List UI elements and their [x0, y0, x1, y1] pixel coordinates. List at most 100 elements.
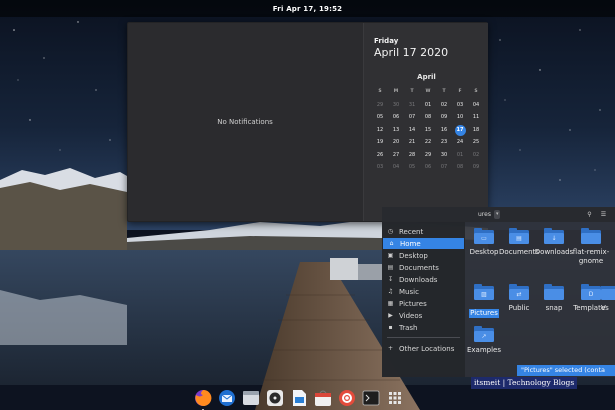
calendar-day-number: 17: [454, 124, 466, 136]
calendar-day[interactable]: 09: [468, 161, 484, 174]
plus-icon: +: [387, 345, 394, 352]
calendar-day[interactable]: 12: [372, 124, 388, 137]
calendar-day[interactable]: 10: [452, 111, 468, 124]
calendar-day-number: 01: [424, 101, 432, 108]
calendar-day[interactable]: 01: [452, 149, 468, 162]
video-icon: ▶: [388, 312, 393, 319]
sidebar-item-home[interactable]: ⌂ Home: [383, 238, 464, 249]
calendar-day-number: 30: [440, 151, 448, 158]
calendar-day[interactable]: 04: [468, 99, 484, 112]
calendar-day[interactable]: 13: [388, 124, 404, 137]
calendar-day[interactable]: 25: [468, 136, 484, 149]
dock-app-grid-button[interactable]: [386, 389, 404, 407]
file-manager-window: ures ▾ ⚲ ☰ ◷ Recent ⌂ Home ▣ Desktop ▤ D…: [382, 207, 615, 377]
folder-item-downloads[interactable]: ↓ Downloads: [534, 228, 574, 257]
calendar-day[interactable]: 11: [468, 111, 484, 124]
calendar-day[interactable]: 06: [388, 111, 404, 124]
dock-app-libreoffice-writer[interactable]: [290, 389, 308, 407]
folder-item-public[interactable]: ⇄ Public: [499, 284, 539, 313]
calendar-day[interactable]: 07: [404, 111, 420, 124]
calendar-day[interactable]: 30: [436, 149, 452, 162]
sidebar-item-trash[interactable]: ▪ Trash: [382, 322, 465, 333]
sidebar-item-documents[interactable]: ▤ Documents: [382, 262, 465, 273]
sidebar-item-pictures[interactable]: ▦ Pictures: [382, 298, 465, 309]
calendar-day[interactable]: 16: [436, 124, 452, 137]
sidebar-item-label: Videos: [399, 311, 423, 320]
sidebar-item-downloads[interactable]: ↧ Downloads: [382, 274, 465, 285]
calendar-day[interactable]: 19: [372, 136, 388, 149]
calendar-day[interactable]: 05: [372, 111, 388, 124]
calendar-day[interactable]: 30: [388, 99, 404, 112]
calendar-day[interactable]: 08: [452, 161, 468, 174]
folder-item-examples[interactable]: ↗ Examples: [464, 326, 504, 355]
calendar-day[interactable]: 26: [372, 149, 388, 162]
sidebar-item-music[interactable]: ♫ Music: [382, 286, 465, 297]
calendar-day[interactable]: 03: [452, 99, 468, 112]
calendar-day[interactable]: 06: [420, 161, 436, 174]
calendar-day[interactable]: 04: [388, 161, 404, 174]
chevron-down-icon[interactable]: ▾: [493, 210, 501, 219]
top-bar: Fri Apr 17, 19:52: [0, 0, 615, 17]
calendar-day[interactable]: 27: [388, 149, 404, 162]
sidebar-item-label: Desktop: [399, 251, 428, 260]
calendar-day[interactable]: 31: [404, 99, 420, 112]
sidebar-item-desktop[interactable]: ▣ Desktop: [382, 250, 465, 261]
day-header: F: [458, 89, 462, 94]
folder-item-desktop[interactable]: ▭ Desktop: [464, 228, 504, 257]
calendar-day[interactable]: 14: [404, 124, 420, 137]
calendar-day[interactable]: 02: [436, 99, 452, 112]
folder-item-videos[interactable]: V: [601, 286, 615, 313]
calendar-day[interactable]: 09: [436, 111, 452, 124]
folder-item-documents[interactable]: ▤ Documents: [499, 228, 539, 257]
calendar-day-today[interactable]: 17: [452, 124, 468, 137]
files-icon: [243, 390, 259, 405]
watermark-label: itsmeit | Technology Blogs: [471, 377, 578, 389]
terminal-icon: [362, 390, 380, 405]
sidebar-item-label: Documents: [399, 263, 439, 272]
folder-item-snap[interactable]: snap: [534, 284, 574, 313]
clock-button[interactable]: Fri Apr 17, 19:52: [273, 5, 342, 13]
sidebar-item-recent[interactable]: ◷ Recent: [382, 226, 465, 237]
home-icon: ⌂: [389, 240, 394, 247]
calendar-day[interactable]: 29: [420, 149, 436, 162]
software-icon: [315, 390, 331, 406]
sidebar-item-other-locations[interactable]: + Other Locations: [382, 343, 465, 354]
calendar-day[interactable]: 05: [404, 161, 420, 174]
today-weekday[interactable]: Friday: [374, 37, 398, 45]
search-icon[interactable]: ⚲: [586, 211, 593, 218]
calendar-day[interactable]: 22: [420, 136, 436, 149]
calendar-day[interactable]: 28: [404, 149, 420, 162]
calendar-day[interactable]: 24: [452, 136, 468, 149]
calendar-day[interactable]: 23: [436, 136, 452, 149]
calendar-day[interactable]: 15: [420, 124, 436, 137]
folder-item-flat-remix-gnome[interactable]: flat-remix-gnome: [571, 228, 611, 265]
calendar-day[interactable]: 08: [420, 111, 436, 124]
calendar-day-number: 06: [392, 114, 400, 120]
calendar-day[interactable]: 18: [468, 124, 484, 137]
calendar-day-number: 09: [472, 164, 480, 170]
dock-app-rhythmbox[interactable]: [266, 389, 284, 407]
dock-app-help[interactable]: [338, 389, 356, 407]
dock-app-files[interactable]: [242, 389, 260, 407]
folder-item-pictures[interactable]: ▨ Pictures: [464, 284, 504, 319]
dock-app-terminal[interactable]: [362, 389, 380, 407]
calendar-day[interactable]: 01: [420, 99, 436, 112]
help-icon: [339, 389, 355, 406]
calendar-day[interactable]: 03: [372, 161, 388, 174]
calendar-day[interactable]: 02: [468, 149, 484, 162]
path-segment[interactable]: ures: [478, 210, 491, 219]
notification-list: No Notifications: [128, 23, 362, 221]
sidebar-item-videos[interactable]: ▶ Videos: [382, 310, 465, 321]
dock-app-thunderbird[interactable]: [218, 389, 236, 407]
calendar-day[interactable]: 21: [404, 136, 420, 149]
view-options-icon[interactable]: ☰: [600, 211, 607, 218]
calendar-day[interactable]: 20: [388, 136, 404, 149]
today-date[interactable]: April 17 2020: [374, 46, 448, 59]
calendar-day[interactable]: 07: [436, 161, 452, 174]
music-icon: ♫: [387, 288, 394, 295]
path-bar[interactable]: ures ▾: [474, 210, 504, 219]
dock-app-software[interactable]: [314, 389, 332, 407]
dock-app-firefox[interactable]: [194, 389, 212, 410]
calendar-day-number: 03: [376, 164, 384, 170]
calendar-day[interactable]: 29: [372, 99, 388, 112]
